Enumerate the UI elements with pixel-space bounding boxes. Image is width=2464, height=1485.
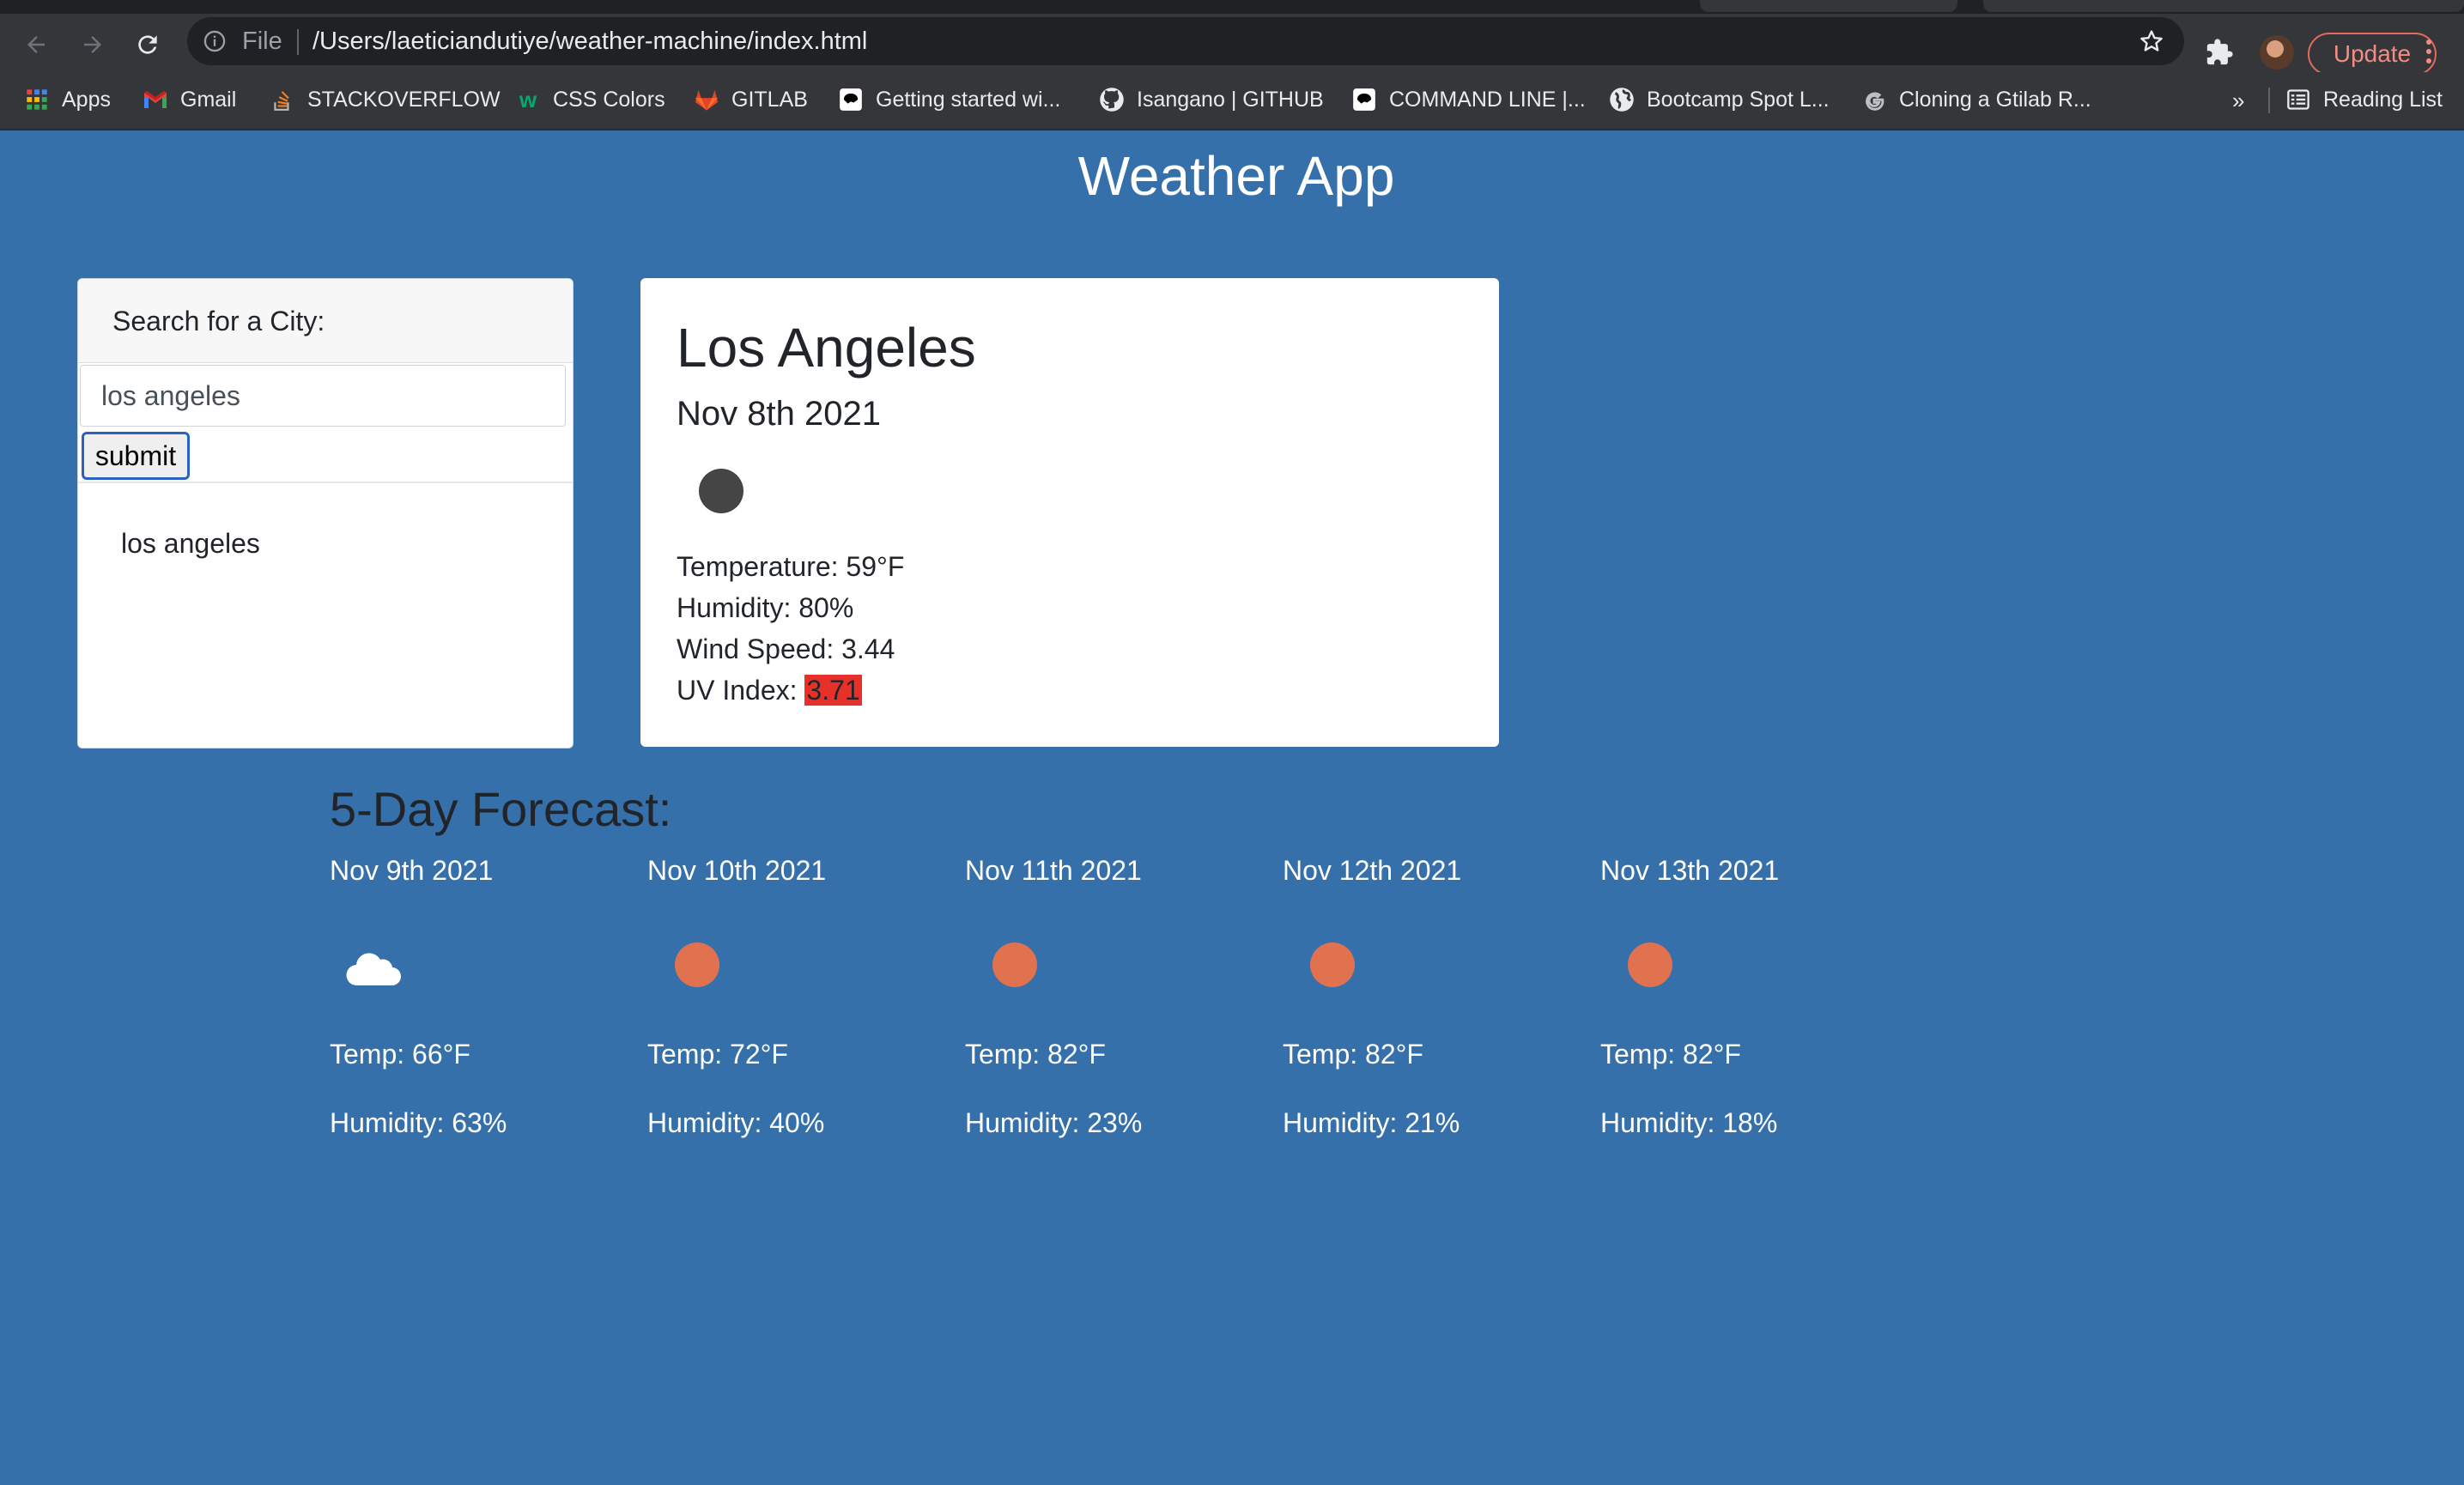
sun-icon: [1628, 943, 1672, 987]
bookmark-label: CSS Colors: [553, 87, 665, 112]
forward-button[interactable]: [74, 26, 112, 64]
reload-icon: [138, 35, 157, 54]
search-history-item[interactable]: los angeles: [121, 528, 260, 560]
current-uv-index: UV Index: 3.71: [677, 675, 862, 706]
bookmarks-divider: [2268, 88, 2270, 113]
bookmarks-bar: Apps Gmail STACKOVERFLOW w CSS Colors GI…: [0, 72, 2464, 130]
reading-list-label: Reading List: [2323, 87, 2443, 112]
google-icon: [1861, 87, 1887, 112]
forecast-date: Nov 13th 2021: [1600, 855, 1780, 886]
github-icon: [1099, 87, 1125, 112]
search-divider: [78, 482, 573, 483]
bookmark-css-colors[interactable]: w CSS Colors: [515, 84, 665, 115]
forecast-date: Nov 11th 2021: [965, 855, 1142, 886]
update-button[interactable]: Update: [2308, 33, 2437, 76]
browser-menu-icon[interactable]: [2426, 39, 2433, 68]
current-date: Nov 8th 2021: [677, 395, 881, 433]
forecast-humidity: Humidity: 18%: [1600, 1107, 1778, 1138]
dark-circle-weather-icon: [699, 469, 743, 513]
address-separator: [297, 29, 299, 55]
bookmark-github[interactable]: Isangano | GITHUB: [1099, 84, 1324, 115]
reload-button[interactable]: [129, 26, 167, 64]
globe-icon: [1609, 87, 1635, 112]
uv-index-label: UV Index:: [677, 675, 805, 706]
more-bookmarks-chevron-icon[interactable]: »: [2232, 88, 2244, 114]
stackoverflow-icon: [270, 87, 295, 112]
reading-list-icon: [2285, 87, 2311, 112]
wind-speed-label: Wind Speed: 3.44: [677, 633, 895, 664]
bookmark-label: COMMAND LINE |...: [1389, 87, 1586, 112]
forecast-temp: Temp: 82°F: [965, 1039, 1106, 1070]
info-icon[interactable]: [203, 29, 227, 58]
forecast-humidity: Humidity: 21%: [1283, 1107, 1460, 1138]
current-weather-card: Los Angeles Nov 8th 2021 Temperature: 59…: [640, 278, 1499, 747]
current-wind-speed: Wind Speed: 3.44: [677, 633, 895, 665]
browser-toolbar: File /Users/laeticiandutiye/weather-mach…: [0, 14, 2464, 76]
bookmark-label: Getting started wi...: [876, 87, 1061, 112]
apps-grid-icon: [24, 87, 50, 112]
arrow-left-icon: [27, 36, 45, 53]
extensions-puzzle-icon[interactable]: [2205, 38, 2234, 71]
forecast-date: Nov 9th 2021: [330, 855, 494, 886]
w3schools-icon: w: [519, 86, 537, 112]
forecast-temp: Temp: 82°F: [1600, 1039, 1741, 1070]
forecast-humidity: Humidity: 23%: [965, 1107, 1143, 1138]
sun-icon: [675, 943, 719, 987]
bookmark-label: Gmail: [180, 87, 237, 112]
bookmark-label: Bootcamp Spot L...: [1647, 87, 1830, 112]
submit-button[interactable]: submit: [82, 432, 190, 480]
forecast-temp: Temp: 66°F: [330, 1039, 470, 1070]
bookmark-gitlab[interactable]: GITLAB: [694, 84, 808, 115]
page-title: Weather App: [1077, 145, 1395, 207]
tab-strip: [0, 0, 2464, 14]
browser-tab[interactable]: [1983, 0, 2464, 12]
forecast-temp: Temp: 82°F: [1283, 1039, 1423, 1070]
forecast-title: 5-Day Forecast:: [330, 782, 672, 836]
bookmark-label: STACKOVERFLOW: [307, 87, 501, 112]
profile-avatar[interactable]: [2260, 35, 2294, 70]
current-humidity: Humidity: 80%: [677, 592, 854, 623]
forecast-date: Nov 10th 2021: [647, 855, 827, 886]
bootcamp-icon: [838, 87, 864, 112]
search-panel: Search for a City: submit los angeles: [77, 278, 574, 749]
bookmark-stackoverflow[interactable]: STACKOVERFLOW: [270, 84, 501, 115]
address-bar[interactable]: File /Users/laeticiandutiye/weather-mach…: [187, 17, 2184, 65]
city-search-input[interactable]: [80, 365, 566, 427]
bookmark-star-icon[interactable]: [2138, 27, 2165, 59]
forecast-humidity: Humidity: 63%: [330, 1107, 507, 1138]
forecast-humidity: Humidity: 40%: [647, 1107, 825, 1138]
back-button[interactable]: [17, 26, 55, 64]
bookmark-label: Isangano | GITHUB: [1137, 87, 1324, 112]
bookmark-bootcamp-spot[interactable]: Bootcamp Spot L...: [1609, 84, 1830, 115]
cloud-icon: [346, 953, 402, 986]
bookmark-label: Apps: [62, 87, 111, 112]
gmail-icon: [143, 87, 168, 112]
gitlab-icon: [694, 87, 719, 112]
bookmark-cloning-gitlab[interactable]: Cloning a Gtilab R...: [1861, 84, 2091, 115]
bootcamp-icon: [1351, 87, 1377, 112]
sun-icon: [992, 943, 1037, 987]
search-panel-header: Search for a City:: [78, 279, 573, 363]
sun-icon: [1310, 943, 1355, 987]
browser-tab[interactable]: [1700, 0, 1957, 12]
current-temperature: Temperature: 59°F: [677, 551, 905, 582]
forecast-temp: Temp: 72°F: [647, 1039, 788, 1070]
address-scheme-label: File: [242, 27, 282, 55]
bookmark-apps[interactable]: Apps: [24, 84, 111, 115]
bookmark-command-line[interactable]: COMMAND LINE |...: [1351, 84, 1586, 115]
arrow-right-icon: [84, 36, 101, 53]
reading-list-button[interactable]: Reading List: [2285, 84, 2443, 115]
bookmark-gmail[interactable]: Gmail: [143, 84, 236, 115]
uv-index-value: 3.71: [804, 675, 862, 706]
bookmark-label: GITLAB: [731, 87, 808, 112]
bookmark-getting-started[interactable]: Getting started wi...: [838, 84, 1060, 115]
forecast-date: Nov 12th 2021: [1283, 855, 1462, 886]
bookmark-label: Cloning a Gtilab R...: [1899, 87, 2091, 112]
address-url[interactable]: /Users/laeticiandutiye/weather-machine/i…: [313, 27, 867, 56]
city-name: Los Angeles: [677, 317, 976, 379]
